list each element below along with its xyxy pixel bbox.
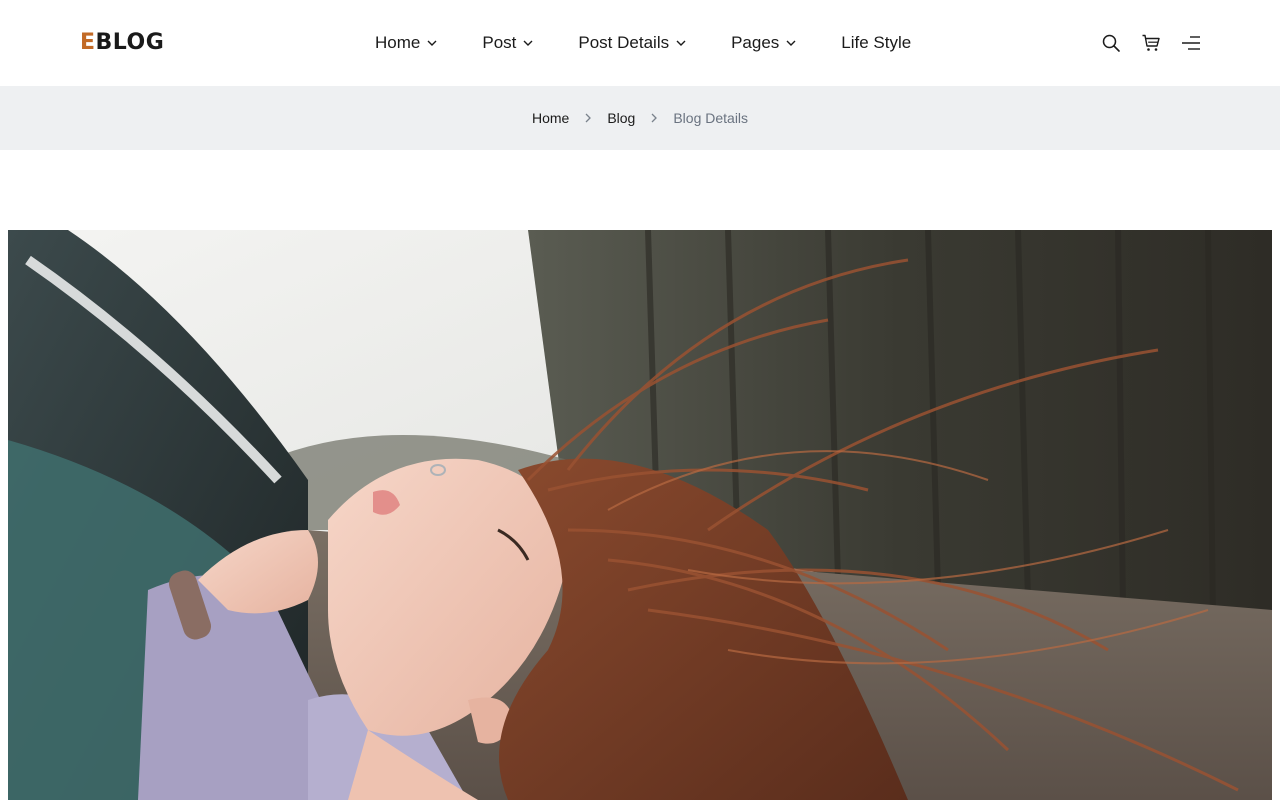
nav-item-label: Post Details [578, 33, 670, 52]
nav-item-label: Pages [731, 33, 780, 52]
nav-item-label: Life Style [841, 33, 912, 52]
nav-item-label: Home [375, 33, 421, 52]
site-logo[interactable]: EBLOG [80, 30, 164, 56]
logo-letter-e: E [80, 30, 96, 55]
breadcrumb-current: Blog Details [673, 110, 749, 126]
nav-item-pages[interactable]: Pages [731, 31, 797, 55]
breadcrumb-bar: Home Blog Blog Details [0, 86, 1280, 150]
chevron-right-icon [583, 112, 593, 124]
hero-photo [8, 230, 1272, 800]
chevron-down-icon [675, 37, 687, 49]
chevron-down-icon [522, 37, 534, 49]
main-nav: Home Post Post Details Pages Life Style [375, 30, 911, 56]
hero-photo-illustration [8, 230, 1272, 800]
chevron-right-icon [649, 112, 659, 124]
nav-item-post[interactable]: Post [482, 31, 534, 55]
nav-item-life-style[interactable]: Life Style [841, 31, 911, 55]
header-actions [1082, 32, 1202, 54]
nav-item-home[interactable]: Home [375, 31, 438, 55]
nav-item-label: Post [482, 33, 517, 52]
site-header: EBLOG Home Post Post Details Pages Life … [0, 0, 1280, 86]
breadcrumb-home[interactable]: Home [532, 110, 569, 126]
breadcrumb: Home Blog Blog Details [532, 110, 748, 126]
logo-text: BLOG [95, 30, 165, 55]
cart-icon[interactable] [1140, 32, 1162, 54]
chevron-down-icon [785, 37, 797, 49]
breadcrumb-blog[interactable]: Blog [607, 110, 635, 126]
menu-icon[interactable] [1180, 32, 1202, 54]
search-icon[interactable] [1100, 32, 1122, 54]
nav-item-post-details[interactable]: Post Details [578, 31, 687, 55]
chevron-down-icon [426, 37, 438, 49]
